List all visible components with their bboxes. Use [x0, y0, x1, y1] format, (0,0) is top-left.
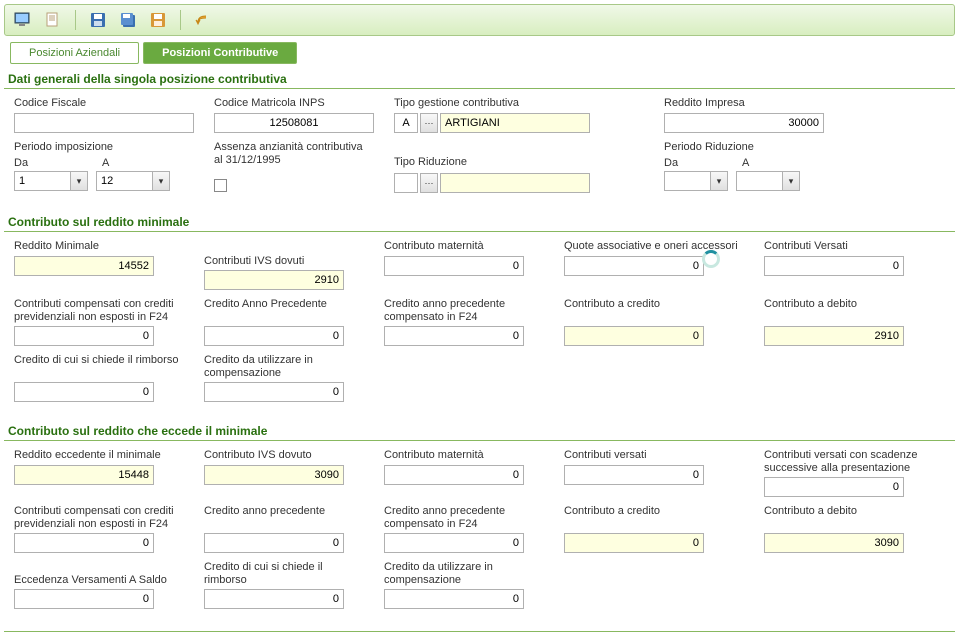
credito-rimborso-ecc-label: Credito di cui si chiede il rimborso: [204, 561, 364, 587]
toolbar-separator-2: [180, 10, 181, 30]
credito-comp-min-input[interactable]: [204, 382, 344, 402]
periodo-da-combo[interactable]: [14, 171, 70, 191]
versati-ecc-input[interactable]: [564, 465, 704, 485]
periodo-rid-a-combo[interactable]: [736, 171, 782, 191]
tipo-gestione-label: Tipo gestione contributiva: [394, 97, 604, 111]
tipo-riduzione-code-input[interactable]: [394, 173, 418, 193]
contributo-credito-min-input: [564, 326, 704, 346]
eccedenza-label: Eccedenza Versamenti A Saldo: [14, 561, 184, 587]
tipo-riduzione-desc-input: [440, 173, 590, 193]
compensati-ecc-input[interactable]: [14, 533, 154, 553]
credito-prec-ecc-label: Credito anno precedente: [204, 505, 364, 531]
assenza-anzianita-label: Assenza anzianità contributiva al 31/12/…: [214, 141, 374, 169]
credito-prec-f24-min-label: Credito anno precedente compensato in F2…: [384, 298, 544, 324]
footer-separator: [4, 631, 955, 632]
contributo-debito-min-input: [764, 326, 904, 346]
document-icon[interactable]: [41, 9, 65, 31]
contributo-debito-min-label: Contributo a debito: [764, 298, 914, 324]
tipo-gestione-code-input[interactable]: [394, 113, 418, 133]
toolbar-separator: [75, 10, 76, 30]
tipo-riduzione-lookup-button[interactable]: ⋯: [420, 173, 438, 193]
maternita-ecc-input[interactable]: [384, 465, 524, 485]
ivs-dovuti-label: Contributi IVS dovuti: [204, 240, 364, 268]
credito-comp-min-label: Credito da utilizzare in compensazione: [204, 354, 364, 380]
credito-rimborso-min-input[interactable]: [14, 382, 154, 402]
periodo-rid-da-label: Da: [664, 157, 734, 169]
section-dati-generali: Codice Fiscale Codice Matricola INPS Tip…: [4, 95, 955, 211]
compensati-min-input[interactable]: [14, 326, 154, 346]
periodo-a-label: A: [102, 157, 182, 169]
compensati-min-label: Contributi compensati con crediti previd…: [14, 298, 184, 324]
versati-ecc-label: Contributi versati: [564, 449, 744, 463]
credito-prec-f24-ecc-label: Credito anno precedente compensato in F2…: [384, 505, 544, 531]
periodo-da-dropdown-button[interactable]: ▾: [70, 171, 88, 191]
tipo-gestione-desc-input: [440, 113, 590, 133]
maternita-min-input[interactable]: [384, 256, 524, 276]
reddito-ecc-label: Reddito eccedente il minimale: [14, 449, 184, 463]
reddito-impresa-label: Reddito Impresa: [664, 97, 824, 111]
periodo-da-label: Da: [14, 157, 94, 169]
section-eccede-minimale-title: Contributo sul reddito che eccede il min…: [4, 420, 955, 441]
periodo-rid-da-combo[interactable]: [664, 171, 710, 191]
credito-prec-f24-min-input[interactable]: [384, 326, 524, 346]
codice-fiscale-input[interactable]: [14, 113, 194, 133]
ivs-dovuto-ecc-label: Contributo IVS dovuto: [204, 449, 364, 463]
section-reddito-minimale-title: Contributo sul reddito minimale: [4, 211, 955, 232]
tipo-riduzione-label: Tipo Riduzione: [394, 141, 604, 169]
ivs-dovuto-ecc-input: [204, 465, 344, 485]
versati-min-input[interactable]: [764, 256, 904, 276]
credito-prec-f24-ecc-input[interactable]: [384, 533, 524, 553]
save-icon[interactable]: [86, 9, 110, 31]
maternita-min-label: Contributo maternità: [384, 240, 544, 254]
toolbar: [4, 4, 955, 36]
reddito-min-label: Reddito Minimale: [14, 240, 184, 254]
section-dati-generali-title: Dati generali della singola posizione co…: [4, 68, 955, 89]
versati-succ-label: Contributi versati con scadenze successi…: [764, 449, 924, 475]
periodo-riduzione-label: Periodo Riduzione: [664, 141, 824, 155]
section-eccede-minimale: Reddito eccedente il minimale Contributo…: [4, 447, 955, 627]
versati-min-label: Contributi Versati: [764, 240, 914, 254]
periodo-rid-da-dropdown-button[interactable]: ▾: [710, 171, 728, 191]
reddito-impresa-input[interactable]: [664, 113, 824, 133]
credito-prec-min-input[interactable]: [204, 326, 344, 346]
tab-bar: Posizioni Aziendali Posizioni Contributi…: [4, 42, 955, 64]
ivs-dovuti-input: [204, 270, 344, 290]
section-reddito-minimale: Reddito Minimale Contributi IVS dovuti C…: [4, 238, 955, 420]
contributo-debito-ecc-label: Contributo a debito: [764, 505, 924, 531]
assenza-anzianita-checkbox[interactable]: [214, 179, 227, 192]
credito-prec-min-label: Credito Anno Precedente: [204, 298, 364, 324]
undo-icon[interactable]: [191, 9, 215, 31]
credito-comp-ecc-input[interactable]: [384, 589, 524, 609]
contributo-debito-ecc-input: [764, 533, 904, 553]
credito-comp-ecc-label: Credito da utilizzare in compensazione: [384, 561, 544, 587]
matricola-input[interactable]: [214, 113, 374, 133]
maternita-ecc-label: Contributo maternità: [384, 449, 544, 463]
save-all-icon[interactable]: [116, 9, 140, 31]
compensati-ecc-label: Contributi compensati con crediti previd…: [14, 505, 184, 531]
reddito-min-input: [14, 256, 154, 276]
tab-posizioni-contributive[interactable]: Posizioni Contributive: [143, 42, 297, 64]
matricola-label: Codice Matricola INPS: [214, 97, 374, 111]
contributo-credito-ecc-label: Contributo a credito: [564, 505, 744, 531]
monitor-icon[interactable]: [11, 9, 35, 31]
periodo-rid-a-dropdown-button[interactable]: ▾: [782, 171, 800, 191]
loading-spinner-icon: [702, 250, 720, 268]
credito-rimborso-min-label: Credito di cui si chiede il rimborso: [14, 354, 184, 380]
save-as-icon[interactable]: [146, 9, 170, 31]
periodo-a-combo[interactable]: [96, 171, 152, 191]
periodo-imposizione-label: Periodo imposizione: [14, 141, 194, 155]
periodo-a-dropdown-button[interactable]: ▾: [152, 171, 170, 191]
credito-prec-ecc-input[interactable]: [204, 533, 344, 553]
eccedenza-input[interactable]: [14, 589, 154, 609]
contributo-credito-min-label: Contributo a credito: [564, 298, 744, 324]
versati-succ-input[interactable]: [764, 477, 904, 497]
tipo-gestione-lookup-button[interactable]: ⋯: [420, 113, 438, 133]
credito-rimborso-ecc-input[interactable]: [204, 589, 344, 609]
periodo-rid-a-label: A: [742, 157, 812, 169]
quote-input[interactable]: [564, 256, 704, 276]
codice-fiscale-label: Codice Fiscale: [14, 97, 194, 111]
contributo-credito-ecc-input: [564, 533, 704, 553]
reddito-ecc-input: [14, 465, 154, 485]
tab-posizioni-aziendali[interactable]: Posizioni Aziendali: [10, 42, 139, 64]
